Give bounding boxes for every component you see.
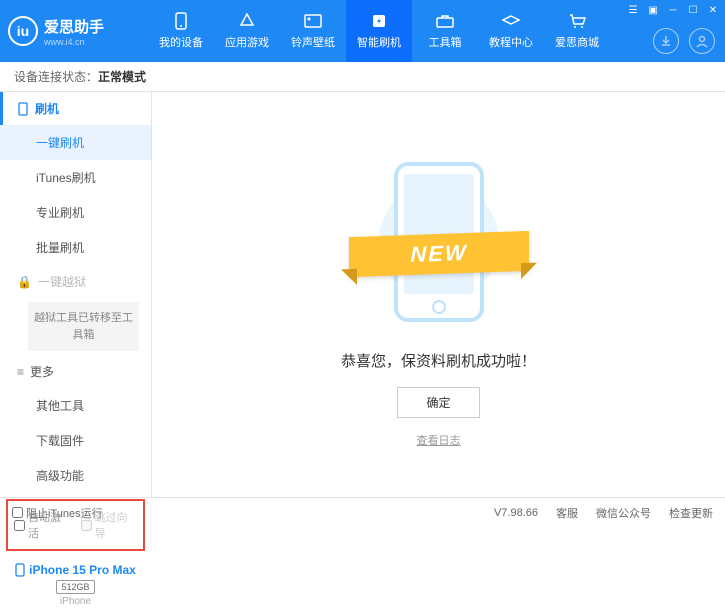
device-icon: [171, 12, 191, 30]
flash-icon: [369, 12, 389, 30]
minimize-icon[interactable]: ─: [667, 4, 679, 16]
footer-update[interactable]: 检查更新: [669, 505, 713, 521]
skin-icon[interactable]: ▣: [647, 4, 659, 16]
device-type: iPhone: [10, 596, 141, 607]
footer-support[interactable]: 客服: [556, 505, 578, 521]
sidebar-item-other[interactable]: 其他工具: [0, 388, 151, 423]
sidebar-item-firmware[interactable]: 下载固件: [0, 423, 151, 458]
nav-flash[interactable]: 智能刷机: [346, 0, 412, 62]
status-bar: 设备连接状态： 正常模式: [0, 62, 725, 92]
footer-wechat[interactable]: 微信公众号: [596, 505, 651, 521]
skip-guide-checkbox[interactable]: 跳过向导: [81, 509, 138, 541]
sidebar-item-pro[interactable]: 专业刷机: [0, 195, 151, 230]
version-label: V7.98.66: [494, 507, 538, 519]
nav-my-device[interactable]: 我的设备: [148, 0, 214, 62]
apps-icon: [237, 12, 257, 30]
user-icon[interactable]: [689, 28, 715, 54]
maximize-icon[interactable]: ☐: [687, 4, 699, 16]
phone-small-icon: [15, 563, 25, 577]
sidebar-options: 自动激活 跳过向导: [6, 499, 145, 551]
nav-apps[interactable]: 应用游戏: [214, 0, 280, 62]
lock-icon: 🔒: [17, 275, 32, 289]
sidebar-item-oneclick[interactable]: 一键刷机: [0, 125, 151, 160]
sidebar-section-jailbreak: 🔒 一键越狱: [0, 265, 151, 298]
sidebar-item-itunes[interactable]: iTunes刷机: [0, 160, 151, 195]
more-icon: ≡: [17, 365, 24, 379]
cart-icon: [567, 12, 587, 30]
logo-icon: iu: [8, 16, 38, 46]
app-header: iu 爱思助手 www.i4.cn 我的设备 应用游戏 铃声壁纸 智能刷机 工具…: [0, 0, 725, 62]
nav-store[interactable]: 爱思商城: [544, 0, 610, 62]
device-storage: 512GB: [56, 580, 94, 594]
success-illustration: NEW: [339, 152, 539, 332]
status-value: 正常模式: [98, 68, 146, 85]
sidebar-section-more[interactable]: ≡ 更多: [0, 355, 151, 388]
success-message: 恭喜您，保资料刷机成功啦！: [341, 350, 536, 371]
app-url: www.i4.cn: [44, 37, 104, 47]
app-name: 爱思助手: [44, 16, 104, 37]
hat-icon: [501, 12, 521, 30]
new-banner: NEW: [349, 230, 529, 276]
device-name[interactable]: iPhone 15 Pro Max: [10, 563, 141, 577]
window-controls: ☰ ▣ ─ ☐ ✕: [627, 4, 719, 16]
logo-area: iu 爱思助手 www.i4.cn: [8, 16, 138, 47]
image-icon: [303, 12, 323, 30]
toolbox-icon: [435, 12, 455, 30]
auto-activate-checkbox[interactable]: 自动激活: [14, 509, 71, 541]
ok-button[interactable]: 确定: [397, 387, 479, 418]
menu-icon[interactable]: ☰: [627, 4, 639, 16]
device-info: iPhone 15 Pro Max 512GB iPhone: [0, 557, 151, 613]
phone-icon: [17, 102, 29, 116]
jailbreak-note: 越狱工具已转移至工具箱: [28, 302, 139, 351]
header-actions: [653, 28, 715, 54]
status-label: 设备连接状态：: [14, 68, 98, 85]
top-nav: 我的设备 应用游戏 铃声壁纸 智能刷机 工具箱 教程中心 爱思商城: [148, 0, 610, 62]
sidebar: 刷机 一键刷机 iTunes刷机 专业刷机 批量刷机 🔒 一键越狱 越狱工具已转…: [0, 92, 152, 497]
close-icon[interactable]: ✕: [707, 4, 719, 16]
nav-ringtones[interactable]: 铃声壁纸: [280, 0, 346, 62]
download-icon[interactable]: [653, 28, 679, 54]
main-content: NEW 恭喜您，保资料刷机成功啦！ 确定 查看日志: [152, 92, 725, 497]
sidebar-item-batch[interactable]: 批量刷机: [0, 230, 151, 265]
sidebar-item-advanced[interactable]: 高级功能: [0, 458, 151, 493]
sidebar-section-flash[interactable]: 刷机: [0, 92, 151, 125]
nav-toolbox[interactable]: 工具箱: [412, 0, 478, 62]
nav-tutorials[interactable]: 教程中心: [478, 0, 544, 62]
view-log-link[interactable]: 查看日志: [417, 432, 461, 448]
